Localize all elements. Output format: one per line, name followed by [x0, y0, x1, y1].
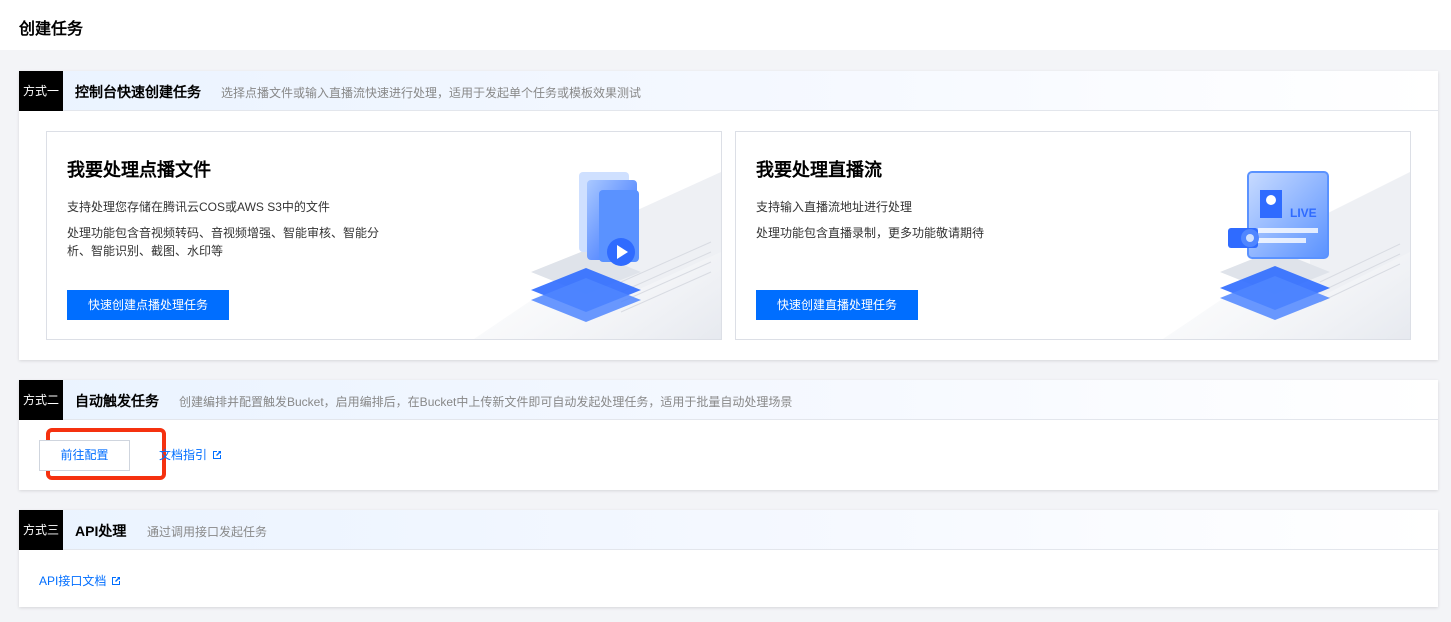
- method3-header: 方式三 API处理 通过调用接口发起任务: [19, 510, 1438, 550]
- method2-title: 自动触发任务: [75, 393, 159, 409]
- method2-desc: 创建编排并配置触发Bucket，启用编排后，在Bucket中上传新文件即可自动发…: [179, 395, 793, 409]
- method2-tag: 方式二: [19, 380, 63, 420]
- method2-header: 方式二 自动触发任务 创建编排并配置触发Bucket，启用编排后，在Bucket…: [19, 380, 1438, 420]
- method3-title: API处理: [75, 523, 127, 539]
- vod-option-title: 我要处理点播文件: [67, 160, 211, 180]
- folder-video-illustration: [473, 172, 721, 339]
- method1-card: 方式一 控制台快速创建任务 选择点播文件或输入直播流快速进行处理，适用于发起单个…: [19, 71, 1438, 360]
- method1-header: 方式一 控制台快速创建任务 选择点播文件或输入直播流快速进行处理，适用于发起单个…: [19, 71, 1438, 111]
- vod-option-panel: 我要处理点播文件 支持处理您存储在腾讯云COS或AWS S3中的文件 处理功能包…: [46, 131, 722, 340]
- live-option-title: 我要处理直播流: [756, 160, 882, 180]
- create-vod-task-button[interactable]: 快速创建点播处理任务: [67, 290, 230, 320]
- method2-card: 方式二 自动触发任务 创建编排并配置触发Bucket，启用编排后，在Bucket…: [19, 380, 1438, 490]
- external-link-icon: [112, 576, 121, 585]
- page-title: 创建任务: [19, 21, 84, 38]
- create-live-task-button[interactable]: 快速创建直播处理任务: [756, 290, 919, 320]
- external-link-icon: [213, 450, 222, 459]
- page-header: 创建任务: [0, 0, 1451, 50]
- doc-guide-link[interactable]: 文档指引: [159, 446, 222, 463]
- method3-tag: 方式三: [19, 510, 63, 550]
- method1-title: 控制台快速创建任务: [75, 84, 201, 100]
- vod-option-line2: 处理功能包含音视频转码、音视频增强、智能审核、智能分析、智能识别、截图、水印等: [67, 226, 380, 258]
- method1-tag: 方式一: [19, 71, 63, 111]
- vod-option-line1: 支持处理您存储在腾讯云COS或AWS S3中的文件: [67, 200, 330, 214]
- method1-desc: 选择点播文件或输入直播流快速进行处理，适用于发起单个任务或模板效果测试: [221, 86, 642, 100]
- method3-card: 方式三 API处理 通过调用接口发起任务 API接口文档: [19, 510, 1438, 607]
- live-stream-illustration: LIVE: [1162, 171, 1410, 339]
- live-option-panel: 我要处理直播流 支持输入直播流地址进行处理 处理功能包含直播录制，更多功能敬请期…: [735, 131, 1411, 340]
- api-doc-link-label: API接口文档: [39, 574, 107, 588]
- api-doc-link[interactable]: API接口文档: [39, 572, 121, 589]
- live-badge: LIVE: [1290, 206, 1317, 220]
- goto-config-button[interactable]: 前往配置: [39, 440, 130, 471]
- live-option-line2: 处理功能包含直播录制，更多功能敬请期待: [756, 226, 985, 240]
- method3-desc: 通过调用接口发起任务: [147, 525, 268, 539]
- live-option-line1: 支持输入直播流地址进行处理: [756, 200, 913, 214]
- doc-guide-link-label: 文档指引: [159, 448, 208, 462]
